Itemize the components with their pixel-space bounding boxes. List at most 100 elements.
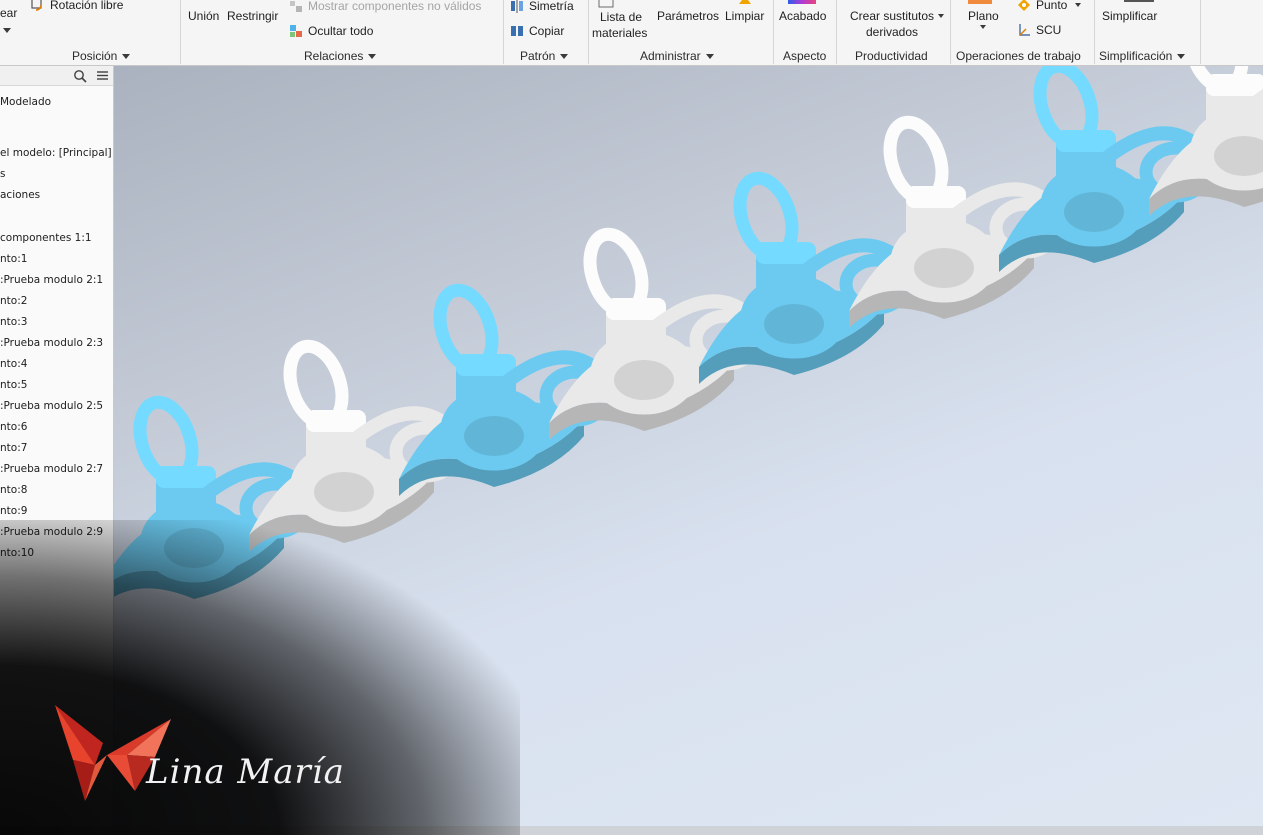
- finish-icon: [788, 0, 816, 4]
- panel-simplificacion-label: Simplificación: [1099, 49, 1173, 63]
- chevron-down-icon: [1177, 53, 1186, 59]
- tree-item[interactable]: aciones: [0, 189, 40, 201]
- ocultar-todo-button[interactable]: Ocultar todo: [288, 23, 373, 39]
- tree-item[interactable]: :Prueba modulo 2:3: [0, 337, 103, 349]
- tree-item[interactable]: nto:6: [0, 421, 27, 433]
- panel-posicion-label: Posición: [72, 49, 118, 63]
- panel-aspecto: Aspecto: [783, 48, 826, 64]
- chevron-down-icon: [938, 14, 945, 18]
- tree-item[interactable]: nto:8: [0, 484, 27, 496]
- panel-administrar[interactable]: Administrar: [640, 48, 714, 64]
- crear-button[interactable]: ear: [0, 0, 17, 20]
- tree-item[interactable]: Modelado: [0, 96, 51, 108]
- lista-materiales-label-2: materiales: [592, 26, 648, 40]
- divider: [773, 0, 774, 64]
- simetria-button[interactable]: Simetría: [509, 0, 574, 14]
- tree-item[interactable]: nto:7: [0, 442, 27, 454]
- crear-sustitutos-button-line2[interactable]: derivados: [866, 25, 918, 39]
- copiar-label: Copiar: [529, 24, 565, 38]
- plano-label: Plano: [968, 9, 999, 23]
- simplificar-button[interactable]: Simplificar: [1102, 9, 1157, 23]
- crear-sustitutos-label-1: Crear sustitutos: [850, 9, 935, 23]
- panel-relaciones[interactable]: Relaciones: [304, 48, 377, 64]
- tree-item[interactable]: nto:3: [0, 316, 27, 328]
- free-rotate-icon: [31, 0, 42, 11]
- tree-item[interactable]: :Prueba modulo 2:7: [0, 463, 103, 475]
- chevron-down-icon: [980, 25, 986, 29]
- scu-button[interactable]: SCU: [1016, 22, 1061, 38]
- chain-module: [1149, 66, 1263, 216]
- graphics-viewport[interactable]: [114, 66, 1263, 826]
- mostrar-no-validos-label: Mostrar componentes no válidos: [308, 0, 482, 13]
- browser-header: [0, 66, 113, 86]
- chevron-down-icon: [560, 53, 569, 59]
- panel-productividad: Productividad: [855, 48, 928, 64]
- tree-item[interactable]: :Prueba modulo 2:9: [0, 526, 103, 538]
- parametros-button[interactable]: Parámetros: [657, 9, 719, 23]
- status-bar: [0, 826, 1263, 835]
- crear-sustitutos-button[interactable]: Crear sustitutos: [850, 9, 945, 23]
- chevron-down-icon: [1075, 3, 1082, 7]
- tree-item[interactable]: s: [0, 168, 5, 180]
- work-point-icon: [1018, 0, 1030, 11]
- chain-assembly: [114, 66, 1263, 599]
- hide-all-icon: [290, 25, 302, 37]
- lista-materiales-label-1: Lista de: [600, 10, 643, 24]
- tree-item[interactable]: el modelo: [Principal]: [0, 147, 112, 159]
- rotacion-libre-label: Rotación libre: [50, 0, 124, 12]
- simplificar-icon-wrap: [1124, 0, 1154, 2]
- panel-operaciones: Operaciones de trabajo: [956, 48, 1081, 64]
- restringir-button[interactable]: Restringir: [227, 9, 278, 23]
- search-icon[interactable]: [73, 69, 87, 83]
- simetria-label: Simetría: [529, 0, 574, 13]
- tree-item[interactable]: nto:9: [0, 505, 27, 517]
- union-button[interactable]: Unión: [188, 9, 219, 23]
- acabado-button[interactable]: Acabado: [779, 9, 826, 23]
- acabado-icon-wrap: [788, 0, 816, 4]
- ucs-icon: [1019, 24, 1030, 36]
- tree-item[interactable]: :Prueba modulo 2:1: [0, 274, 103, 286]
- panel-posicion[interactable]: Posición: [72, 48, 131, 64]
- crear-label: ear: [0, 6, 18, 20]
- scu-label: SCU: [1036, 23, 1062, 37]
- punto-button[interactable]: Punto: [1016, 0, 1082, 13]
- limpiar-label: Limpiar: [725, 9, 765, 23]
- mostrar-no-validos-button[interactable]: Mostrar componentes no válidos: [288, 0, 481, 14]
- show-invalid-icon: [290, 1, 302, 12]
- panel-simplificacion[interactable]: Simplificación: [1099, 48, 1186, 64]
- panel-productividad-label: Productividad: [855, 49, 928, 63]
- work-plane-icon: [968, 0, 992, 4]
- rotacion-libre-button[interactable]: Rotación libre: [30, 0, 123, 12]
- panel-patron[interactable]: Patrón: [520, 48, 569, 64]
- tree-item[interactable]: nto:4: [0, 358, 27, 370]
- tree-item[interactable]: nto:10: [0, 547, 34, 559]
- menu-icon[interactable]: [96, 69, 109, 82]
- tree-item[interactable]: componentes 1:1: [0, 232, 92, 244]
- union-label: Unión: [188, 9, 220, 23]
- tree-item[interactable]: nto:2: [0, 295, 27, 307]
- tree-item[interactable]: nto:1: [0, 253, 27, 265]
- limpiar-button[interactable]: Limpiar: [725, 9, 764, 23]
- tree-item[interactable]: :Prueba modulo 2:5: [0, 400, 103, 412]
- parametros-label: Parámetros: [657, 9, 720, 23]
- bill-of-materials-icon: [598, 0, 614, 8]
- lista-materiales-button[interactable]: Lista de materiales: [592, 0, 647, 52]
- divider: [588, 0, 589, 64]
- copiar-button[interactable]: Copiar: [509, 23, 564, 39]
- panel-patron-label: Patrón: [520, 49, 556, 63]
- punto-label: Punto: [1036, 0, 1068, 12]
- panel-aspecto-label: Aspecto: [783, 49, 827, 63]
- divider: [1094, 0, 1095, 64]
- tree-item[interactable]: nto:5: [0, 379, 27, 391]
- plano-dropdown[interactable]: [980, 25, 986, 29]
- crear-sustitutos-label-2: derivados: [866, 25, 919, 39]
- simplificar-label: Simplificar: [1102, 9, 1158, 23]
- panel-operaciones-label: Operaciones de trabajo: [956, 49, 1081, 63]
- divider: [180, 0, 181, 64]
- chevron-down-icon: [3, 28, 11, 33]
- plano-button[interactable]: Plano: [968, 9, 999, 23]
- divider: [836, 0, 837, 64]
- acabado-label: Acabado: [779, 9, 827, 23]
- crear-dropdown[interactable]: [3, 28, 11, 33]
- watermark-signature: Lina María: [146, 752, 345, 792]
